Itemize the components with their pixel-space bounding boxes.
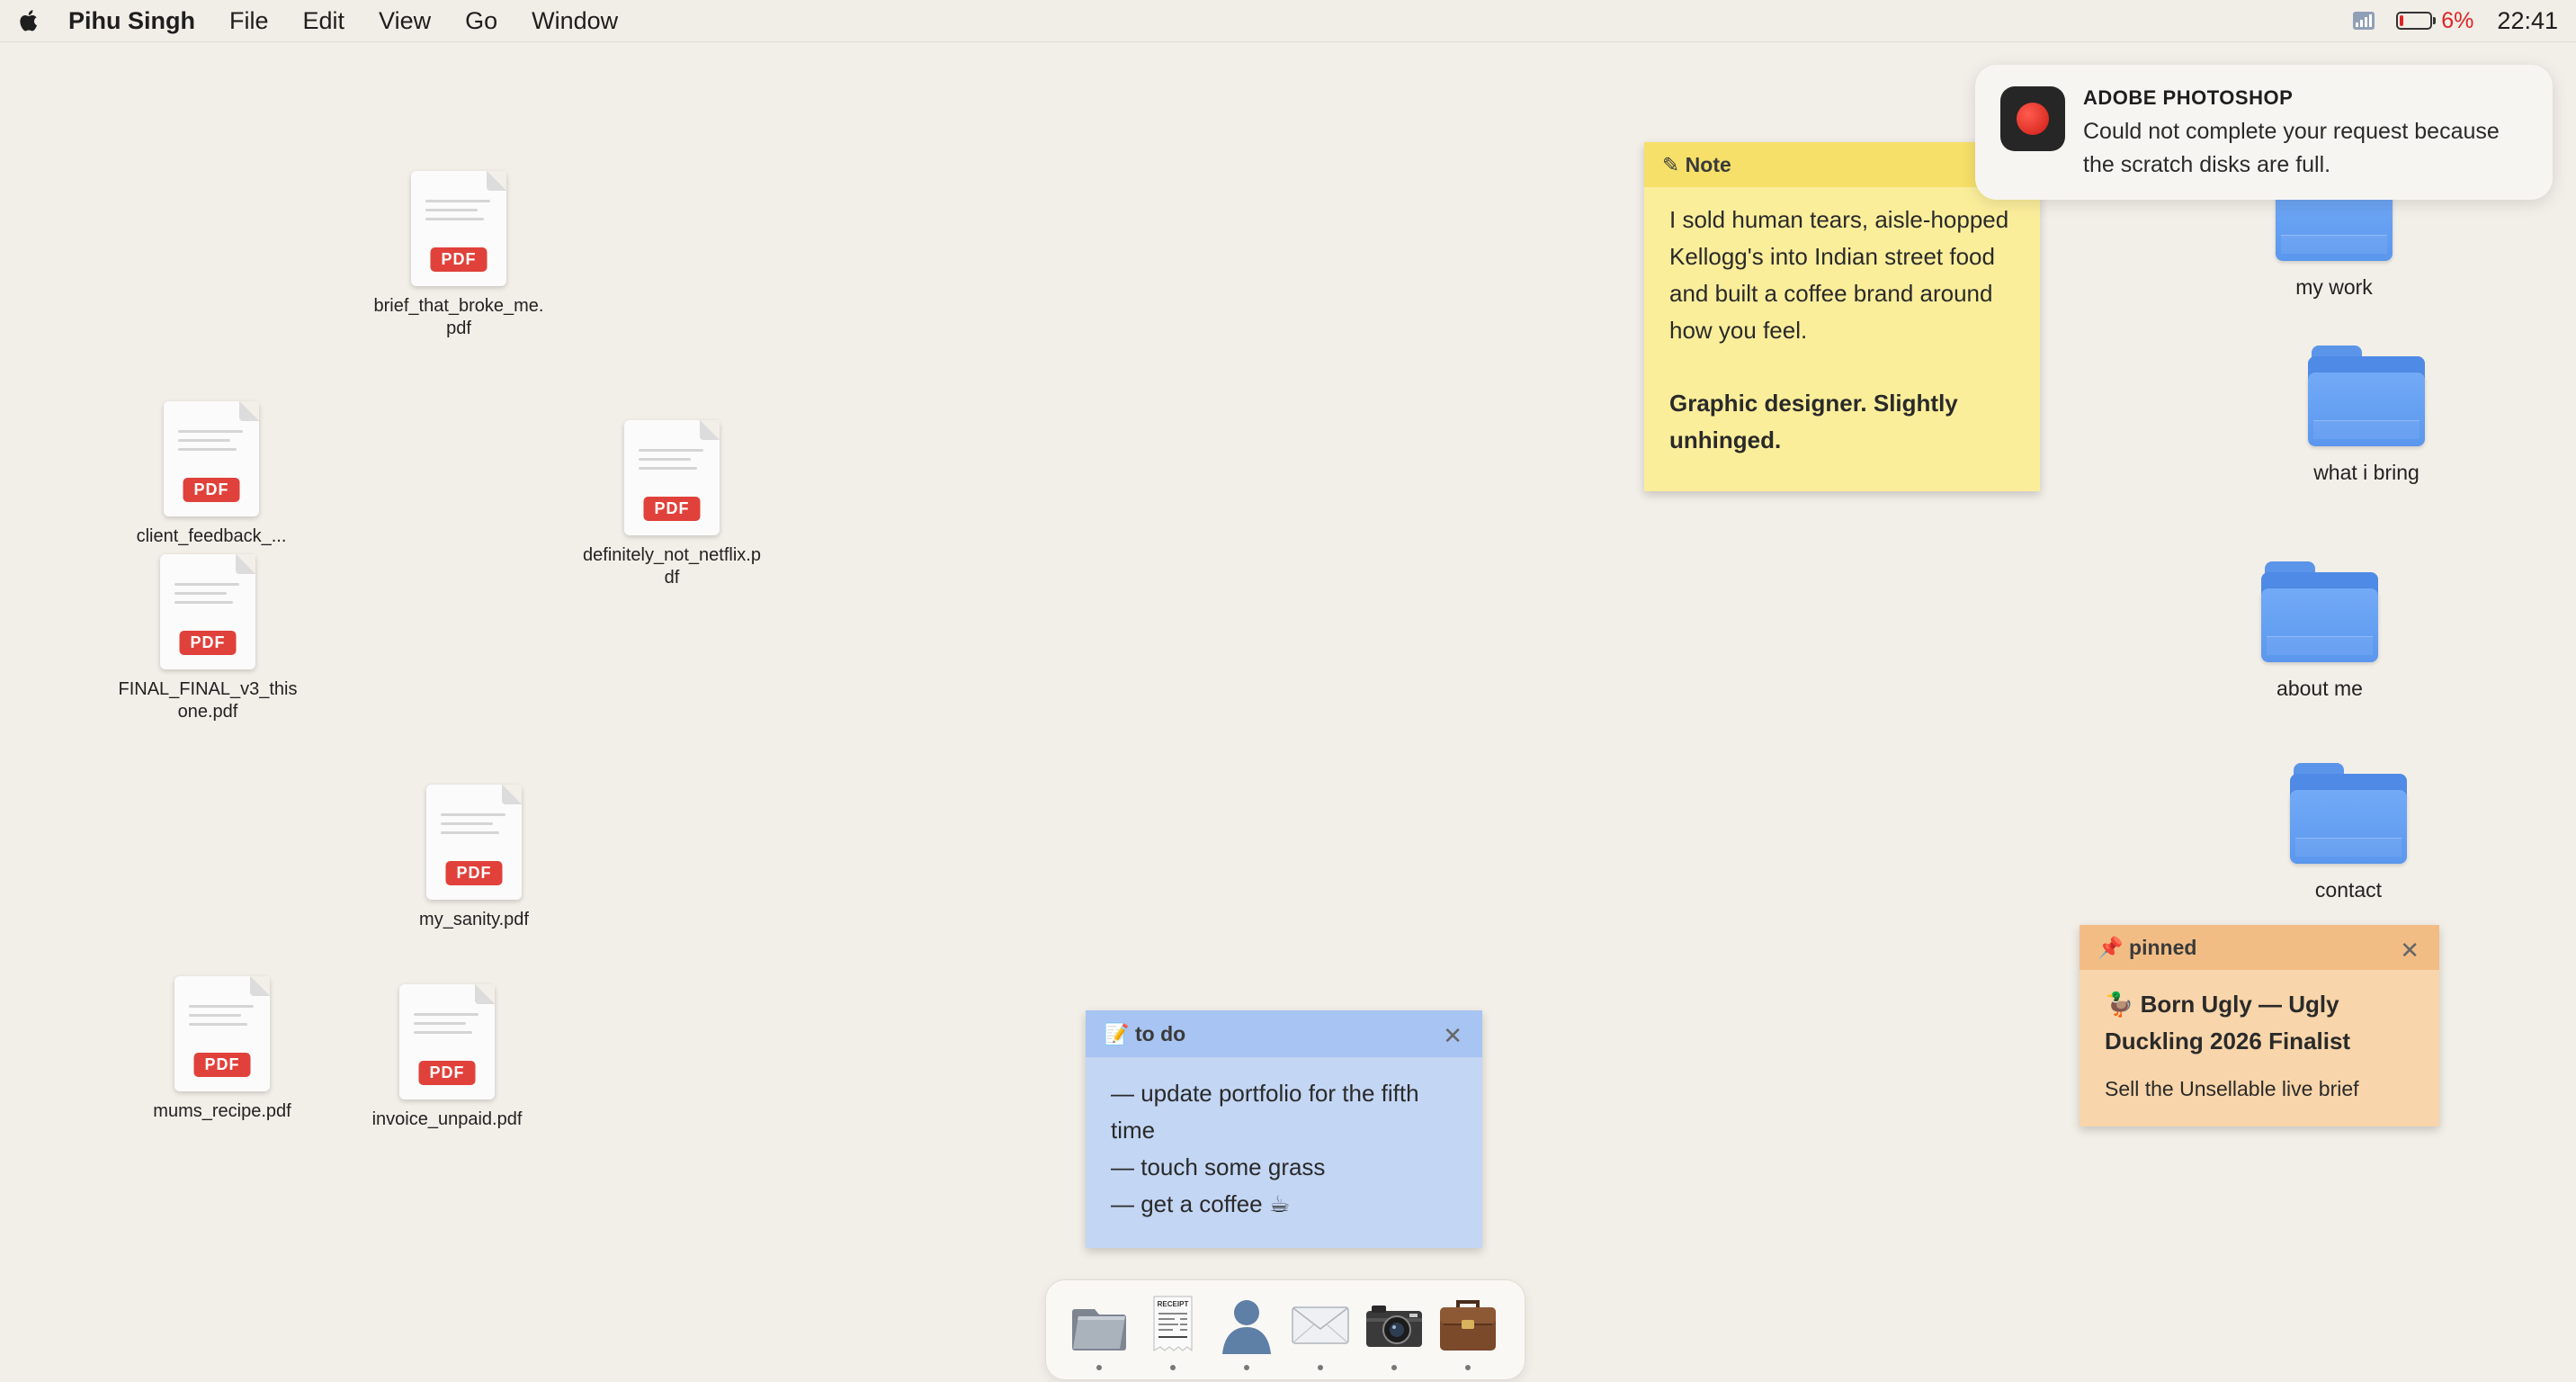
- menu-go[interactable]: Go: [465, 7, 497, 35]
- photoshop-notification[interactable]: ADOBE PHOTOSHOP Could not complete your …: [1975, 65, 2553, 200]
- note-header[interactable]: 📌 pinned ✕: [2080, 925, 2439, 970]
- briefcase-icon: [1440, 1300, 1496, 1351]
- notification-app-name: ADOBE PHOTOSHOP: [2083, 86, 2294, 109]
- camera-icon: [1366, 1306, 1422, 1347]
- dock-mail[interactable]: [1285, 1291, 1355, 1370]
- mail-icon: [1292, 1306, 1349, 1344]
- pinned-subtitle: Sell the Unsellable live brief: [2105, 1077, 2359, 1100]
- folder-icon: [2261, 561, 2378, 662]
- file-my-sanity[interactable]: PDF my_sanity.pdf: [384, 785, 564, 931]
- file-label: FINAL_FINAL_v3_thisone.pdf: [118, 679, 298, 722]
- pdf-file-icon: PDF: [399, 984, 495, 1099]
- file-definitely-not-netflix[interactable]: PDF definitely_not_netflix.pdf: [582, 420, 762, 589]
- pdf-file-icon: PDF: [164, 401, 259, 516]
- pdf-file-icon: PDF: [426, 785, 522, 900]
- dock-finder[interactable]: [1064, 1291, 1134, 1370]
- file-label: my_sanity.pdf: [419, 910, 529, 929]
- photoshop-app-icon: [2000, 86, 2065, 151]
- pdf-file-icon: PDF: [411, 171, 506, 286]
- file-label: definitely_not_netflix.pdf: [583, 545, 761, 588]
- note-title: ✎ Note: [1662, 152, 1731, 176]
- file-invoice-unpaid[interactable]: PDF invoice_unpaid.pdf: [357, 984, 537, 1131]
- apple-menu-icon[interactable]: [18, 9, 38, 32]
- folder-about-me[interactable]: about me: [2230, 561, 2410, 701]
- file-client-feedback[interactable]: PDF client_feedback_...: [121, 401, 301, 548]
- menu-view[interactable]: View: [379, 7, 431, 35]
- close-icon[interactable]: ✕: [2400, 937, 2419, 965]
- pdf-file-icon: PDF: [624, 420, 720, 535]
- note-body: 🦆 Born Ugly — Ugly Duckling 2026 Finalis…: [2080, 970, 2439, 1127]
- battery-percent: 6%: [2441, 7, 2474, 33]
- notification-message: Could not complete your request because …: [2083, 119, 2500, 177]
- pdf-file-icon: PDF: [174, 976, 270, 1091]
- menu-app-name[interactable]: Pihu Singh: [68, 7, 195, 35]
- file-label: invoice_unpaid.pdf: [371, 1109, 523, 1129]
- note-body: I sold human tears, aisle-hopped Kellogg…: [1644, 187, 2040, 479]
- todo-item: — touch some grass: [1111, 1153, 1326, 1180]
- menu-window[interactable]: Window: [532, 7, 618, 35]
- todo-item: — get a coffee ☕: [1111, 1190, 1291, 1217]
- finder-icon: [1072, 1309, 1126, 1351]
- note-tagline: Graphic designer. Slightly unhinged.: [1669, 390, 1958, 453]
- file-brief-that-broke-me[interactable]: PDF brief_that_broke_me.pdf: [369, 171, 549, 340]
- folder-what-i-bring[interactable]: what i bring: [2276, 346, 2456, 485]
- folder-label: what i bring: [2313, 461, 2419, 484]
- folder-label: contact: [2314, 878, 2383, 902]
- dock-briefcase[interactable]: [1433, 1291, 1503, 1370]
- menu-edit[interactable]: Edit: [303, 7, 345, 35]
- display-icon[interactable]: [2351, 10, 2376, 31]
- contacts-icon: [1222, 1300, 1271, 1354]
- svg-text:RECEIPT: RECEIPT: [1158, 1300, 1189, 1308]
- file-label: mums_recipe.pdf: [153, 1101, 291, 1121]
- dock-receipt[interactable]: RECEIPT: [1138, 1291, 1208, 1370]
- note-header[interactable]: 📝 to do ✕: [1086, 1010, 1482, 1057]
- folder-contact[interactable]: contact: [2258, 763, 2438, 902]
- dock: RECEIPT: [1045, 1279, 1525, 1380]
- folder-icon: [2308, 346, 2425, 446]
- folder-label: about me: [2276, 677, 2363, 700]
- note-body-text: I sold human tears, aisle-hopped Kellogg…: [1669, 206, 2009, 344]
- menu-file[interactable]: File: [229, 7, 269, 35]
- desktop: Pihu Singh File Edit View Go Window 6% 2…: [0, 0, 2576, 1382]
- battery-icon: [2396, 12, 2433, 30]
- menubar-status-area: 6% 22:41: [2351, 0, 2558, 41]
- menubar-clock[interactable]: 22:41: [2497, 7, 2558, 35]
- menubar: Pihu Singh File Edit View Go Window 6% 2…: [0, 0, 2576, 42]
- note-title: 📌 pinned: [2097, 935, 2197, 959]
- sticky-note-pinned[interactable]: 📌 pinned ✕ 🦆 Born Ugly — Ugly Duckling 2…: [2080, 925, 2439, 1126]
- file-label: client_feedback_...: [136, 526, 287, 546]
- record-dot-icon: [2017, 103, 2049, 135]
- note-title: 📝 to do: [1104, 1021, 1186, 1045]
- close-icon[interactable]: ✕: [1443, 1022, 1462, 1050]
- note-body: — update portfolio for the fifth time — …: [1086, 1057, 1482, 1243]
- folder-label: my work: [2295, 275, 2373, 299]
- file-label: brief_that_broke_me.pdf: [373, 296, 544, 338]
- sticky-note-todo[interactable]: 📝 to do ✕ — update portfolio for the fif…: [1086, 1010, 1482, 1248]
- receipt-icon: RECEIPT: [1153, 1296, 1193, 1352]
- battery-indicator[interactable]: 6%: [2396, 8, 2473, 34]
- sticky-note-about[interactable]: ✎ Note I sold human tears, aisle-hopped …: [1644, 142, 2040, 491]
- todo-item: — update portfolio for the fifth time: [1111, 1080, 1419, 1144]
- file-final-final-v3[interactable]: PDF FINAL_FINAL_v3_thisone.pdf: [118, 554, 298, 723]
- folder-icon: [2290, 763, 2407, 864]
- pinned-headline: 🦆 Born Ugly — Ugly Duckling 2026 Finalis…: [2105, 991, 2351, 1054]
- pdf-file-icon: PDF: [160, 554, 255, 669]
- file-mums-recipe[interactable]: PDF mums_recipe.pdf: [132, 976, 312, 1123]
- dock-camera[interactable]: [1359, 1291, 1429, 1370]
- dock-contacts[interactable]: [1212, 1291, 1282, 1370]
